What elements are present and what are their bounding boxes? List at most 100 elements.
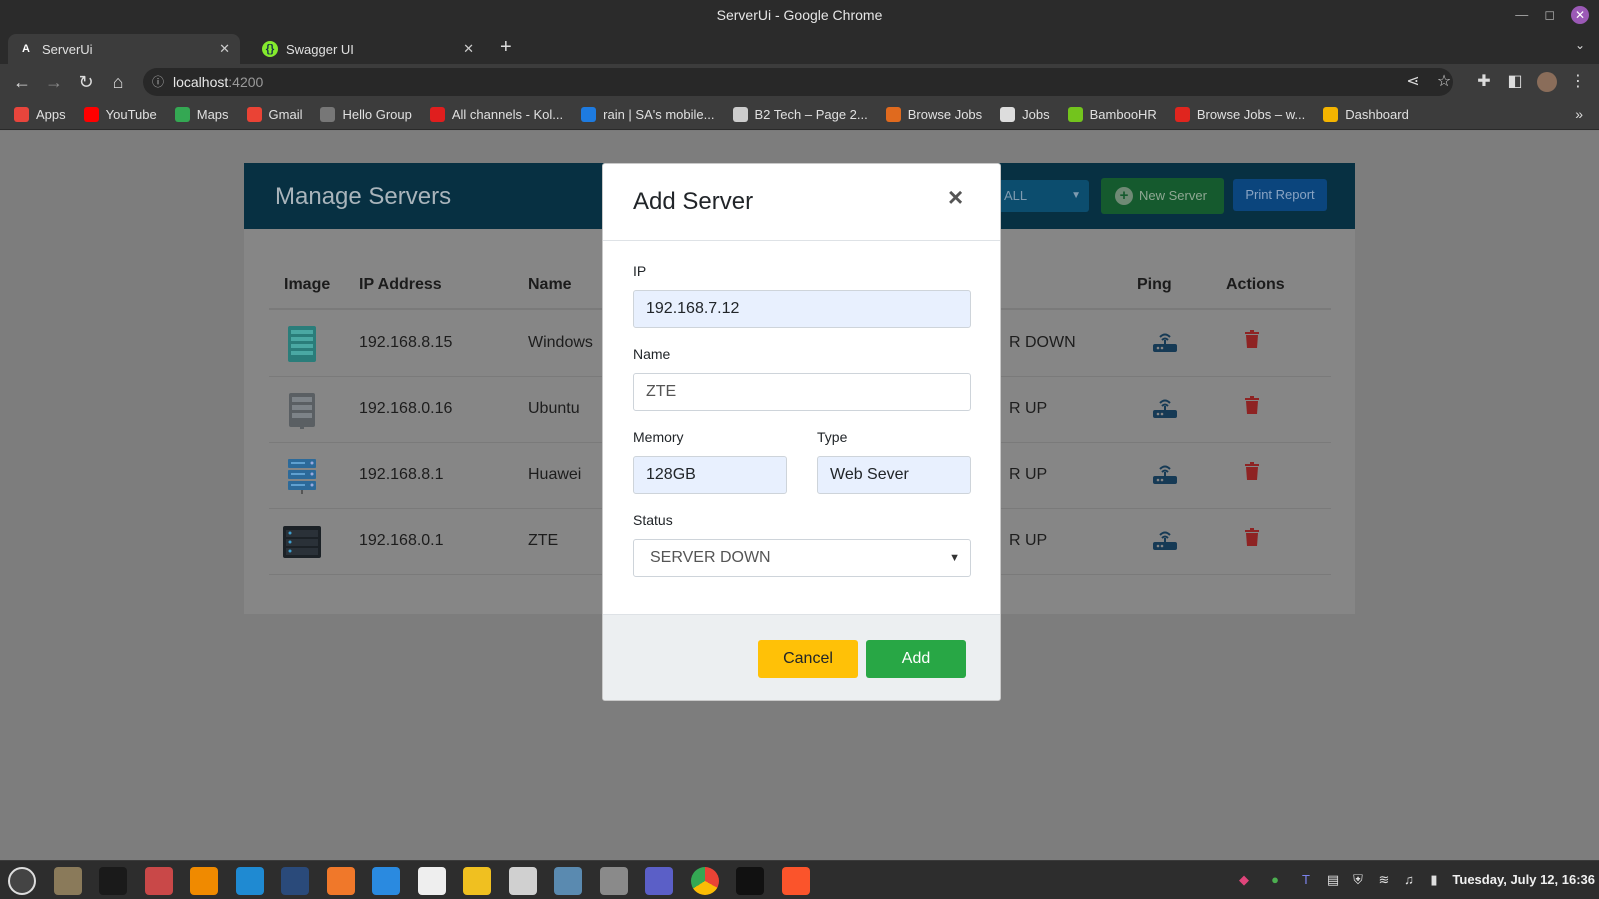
bookmarks-overflow-icon[interactable]: » xyxy=(1575,106,1583,122)
minimize-icon[interactable]: — xyxy=(1515,0,1528,30)
share-icon[interactable]: ⋖ xyxy=(1401,70,1425,94)
router-ping-icon[interactable] xyxy=(1152,331,1178,353)
forward-icon[interactable]: → xyxy=(42,70,66,94)
delete-trash-icon[interactable] xyxy=(1245,462,1259,480)
print-report-button[interactable]: Print Report xyxy=(1233,179,1327,211)
window-close-icon[interactable]: ✕ xyxy=(1571,6,1589,24)
bookmark-item[interactable]: Maps xyxy=(174,107,229,122)
new-tab-icon[interactable]: + xyxy=(500,34,512,60)
tab-search-chevron-icon[interactable]: ⌄ xyxy=(1575,38,1585,52)
teams-icon[interactable] xyxy=(645,867,673,895)
close-icon[interactable]: × xyxy=(948,184,963,210)
bookmark-star-icon[interactable]: ☆ xyxy=(1432,70,1456,94)
tab-strip: A ServerUi ✕ {} Swagger UI ✕ + ⌄ xyxy=(0,30,1599,64)
reload-icon[interactable]: ↻ xyxy=(74,70,98,94)
bookmarks-bar: Apps YouTube Maps Gmail Hello Group All chann… xyxy=(0,100,1599,130)
tab-close-icon[interactable]: ✕ xyxy=(219,41,230,57)
add-button[interactable]: Add xyxy=(866,640,966,678)
status-select[interactable]: SERVER DOWN ▼ xyxy=(633,539,971,577)
sound-icon[interactable]: ♫ xyxy=(1401,872,1417,888)
mint-menu-icon[interactable] xyxy=(8,867,36,895)
calculator-icon[interactable] xyxy=(599,867,628,895)
writer-icon[interactable] xyxy=(372,867,400,895)
status-value: SERVER DOWN xyxy=(650,549,771,566)
wps-icon[interactable] xyxy=(463,867,491,895)
bookmark-item[interactable]: All channels - Kol... xyxy=(429,107,563,122)
tab-swagger[interactable]: {} Swagger UI ✕ xyxy=(252,34,484,64)
ip-label: IP xyxy=(633,263,647,279)
server-name: Ubuntu xyxy=(528,400,580,417)
bookmark-item[interactable]: Apps xyxy=(14,107,66,122)
address-bar[interactable]: ⓘ localhost:4200 xyxy=(143,68,1453,96)
maximize-icon[interactable]: ◻ xyxy=(1544,0,1555,30)
bookmark-label: Browse Jobs – w... xyxy=(1196,107,1306,122)
intellij-icon[interactable] xyxy=(736,867,764,895)
bookmark-label: Gmail xyxy=(268,107,303,122)
tab-serverui[interactable]: A ServerUi ✕ xyxy=(8,34,240,64)
tab-close-icon[interactable]: ✕ xyxy=(463,41,474,57)
server-ip: 192.168.0.1 xyxy=(359,532,444,549)
vscode-icon[interactable] xyxy=(235,867,264,895)
brave-icon[interactable] xyxy=(781,867,810,895)
terminal-icon[interactable] xyxy=(99,867,127,895)
chart-app-icon[interactable] xyxy=(508,867,537,895)
archive-manager-icon[interactable] xyxy=(144,867,173,895)
router-ping-icon[interactable] xyxy=(1152,463,1178,485)
name-field[interactable]: ZTE xyxy=(633,373,971,411)
router-ping-icon[interactable] xyxy=(1152,397,1178,419)
profile-avatar[interactable] xyxy=(1535,70,1559,94)
bookmark-item[interactable]: Gmail xyxy=(246,107,303,122)
modal-header: Add Server × xyxy=(603,164,1000,241)
bookmark-item[interactable]: Hello Group xyxy=(320,107,412,122)
column-header-actions: Actions xyxy=(1226,276,1285,293)
shield-icon[interactable]: ⛨ xyxy=(1350,872,1366,888)
presentation-icon[interactable] xyxy=(326,867,355,895)
status-filter-select[interactable]: ALL ▼ xyxy=(994,180,1089,212)
extensions-icon[interactable]: ✚ xyxy=(1472,70,1496,94)
teams-tray-icon[interactable]: T xyxy=(1298,872,1314,888)
bookmark-item[interactable]: Jobs xyxy=(1000,107,1050,122)
mysql-workbench-icon[interactable] xyxy=(281,867,309,895)
server-status: R DOWN xyxy=(1009,334,1076,351)
bookmark-label: Apps xyxy=(36,107,66,122)
memory-field[interactable]: 128GB xyxy=(633,456,787,494)
memory-label: Memory xyxy=(633,429,684,445)
router-ping-icon[interactable] xyxy=(1152,529,1178,551)
site-info-icon[interactable]: ⓘ xyxy=(152,68,164,96)
bookmark-item[interactable]: rain | SA's mobile... xyxy=(581,107,715,122)
clock[interactable]: Tuesday, July 12, 16:36 xyxy=(1452,872,1595,887)
back-icon[interactable]: ← xyxy=(10,70,34,94)
address-host: localhost xyxy=(173,74,229,90)
column-header-name: Name xyxy=(528,276,572,293)
files-icon[interactable] xyxy=(53,867,82,895)
bookmark-item[interactable]: B2 Tech – Page 2... xyxy=(732,107,868,122)
chrome-menu-icon[interactable]: ⋮ xyxy=(1566,70,1590,94)
app-tray-icon[interactable]: ◆ xyxy=(1236,872,1252,888)
chrome-icon[interactable] xyxy=(690,867,719,895)
new-server-button[interactable]: + New Server xyxy=(1101,178,1224,214)
vlc-icon[interactable] xyxy=(190,867,218,895)
side-panel-icon[interactable]: ◧ xyxy=(1503,70,1527,94)
ip-field[interactable]: 192.168.7.12 xyxy=(633,290,971,328)
screenshot-icon[interactable] xyxy=(554,867,582,895)
home-icon[interactable]: ⌂ xyxy=(106,70,130,94)
bookmark-item[interactable]: YouTube xyxy=(83,107,157,122)
battery-icon[interactable]: ▮ xyxy=(1426,872,1442,888)
bookmark-item[interactable]: BambooHR xyxy=(1067,107,1157,122)
wifi-icon[interactable]: ≋ xyxy=(1376,872,1392,888)
page-title: Manage Servers xyxy=(275,183,452,210)
chrome-tray-icon[interactable]: ● xyxy=(1267,872,1283,888)
bookmark-item[interactable]: Dashboard xyxy=(1323,107,1409,122)
delete-trash-icon[interactable] xyxy=(1245,330,1259,348)
delete-trash-icon[interactable] xyxy=(1245,396,1259,414)
type-field[interactable]: Web Sever xyxy=(817,456,971,494)
delete-trash-icon[interactable] xyxy=(1245,528,1259,546)
clipboard-icon[interactable]: ▤ xyxy=(1325,872,1341,888)
mongodb-compass-icon[interactable] xyxy=(417,867,446,895)
browser-toolbar: ← → ↻ ⌂ ⓘ localhost:4200 ⋖ ☆ ✚ ◧ ⋮ xyxy=(0,64,1599,100)
bookmark-item[interactable]: Browse Jobs – w... xyxy=(1174,107,1306,122)
bookmark-item[interactable]: Browse Jobs xyxy=(885,107,982,122)
bookmark-label: Hello Group xyxy=(342,107,412,122)
cancel-button[interactable]: Cancel xyxy=(758,640,858,678)
jobs-icon xyxy=(1174,107,1190,122)
